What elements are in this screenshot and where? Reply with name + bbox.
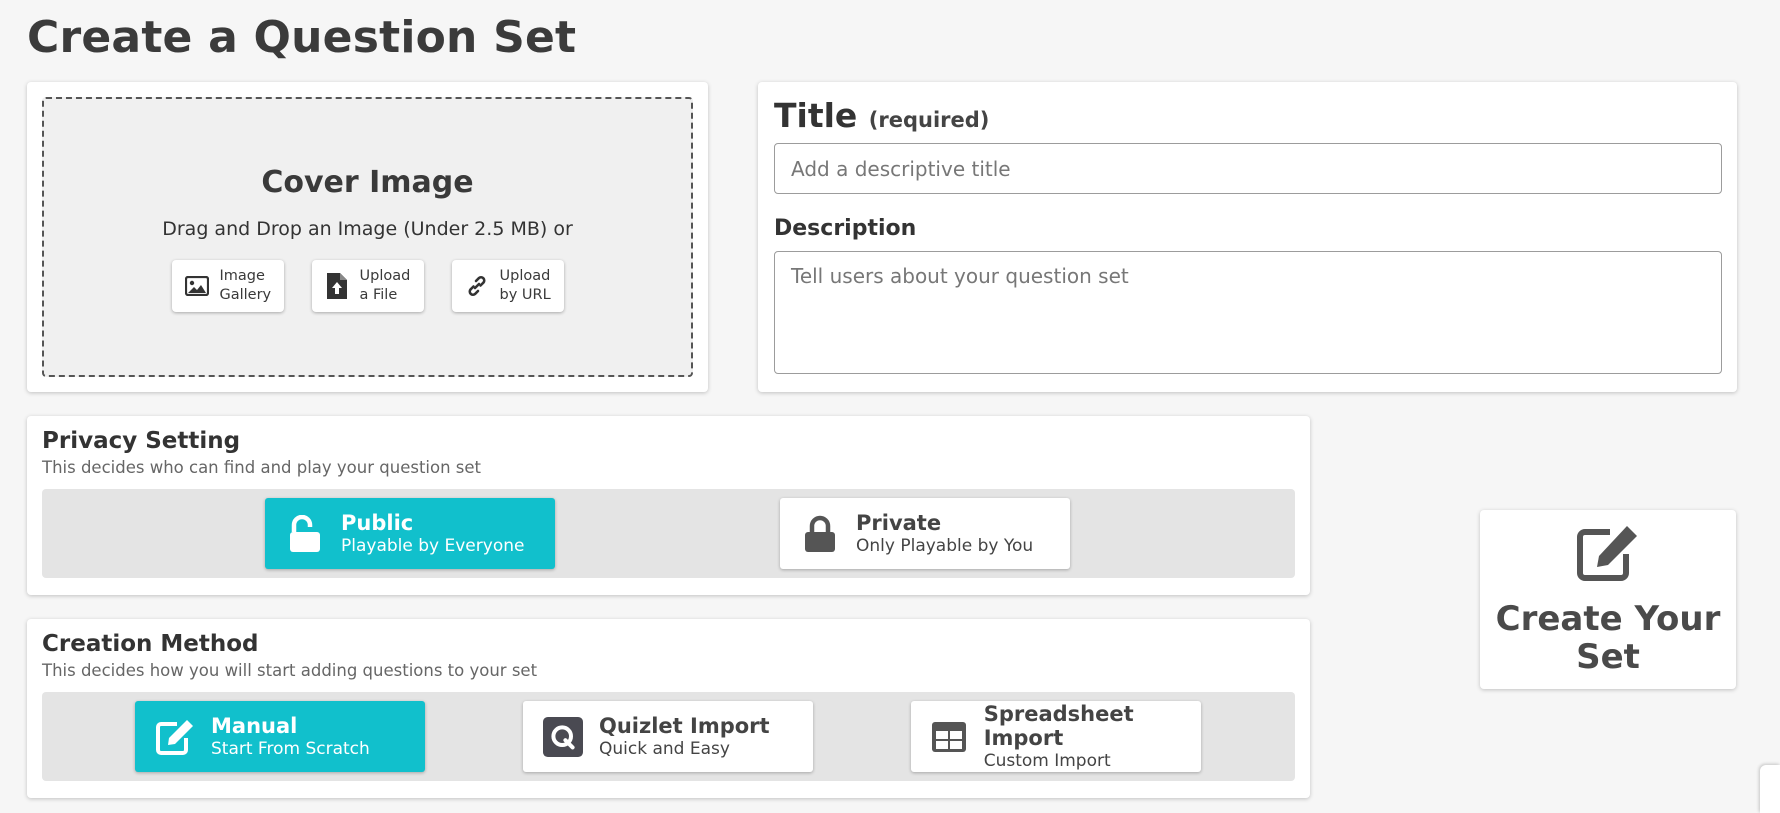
- spreadsheet-option-title: Spreadsheet Import: [983, 701, 1134, 750]
- file-upload-icon: [324, 272, 350, 299]
- image-gallery-label-2: Gallery: [219, 286, 272, 303]
- image-drop-zone[interactable]: Cover Image Drag and Drop an Image (Unde…: [42, 97, 693, 377]
- method-description: This decides how you will start adding q…: [42, 661, 538, 680]
- method-manual-option[interactable]: Manual Start From Scratch: [135, 701, 425, 772]
- upload-options: Image Gallery Upload a File Upload by URL: [171, 259, 564, 312]
- quizlet-option-title: Quizlet Import: [599, 713, 770, 738]
- manual-option-title: Manual: [211, 713, 298, 738]
- create-set-button[interactable]: Create Your Set: [1480, 510, 1736, 689]
- privacy-title: Privacy Setting: [42, 428, 241, 454]
- edit-icon: [1576, 524, 1640, 586]
- link-icon: [464, 273, 490, 299]
- required-label: (required): [868, 108, 990, 132]
- privacy-options: Public Playable by Everyone Private Only P…: [42, 489, 1295, 578]
- page-title: Create a Question Set: [27, 12, 577, 63]
- description-textarea[interactable]: [774, 251, 1722, 374]
- method-quizlet-option[interactable]: Quizlet Import Quick and Easy: [523, 701, 813, 772]
- lock-icon: [800, 514, 840, 554]
- table-icon: [931, 717, 968, 757]
- description-label: Description: [774, 216, 917, 241]
- image-gallery-label-1: Image: [219, 267, 265, 284]
- title-label-text: Title: [774, 96, 858, 135]
- upload-url-label-2: by URL: [499, 286, 551, 303]
- method-spreadsheet-option[interactable]: Spreadsheet Import Custom Import: [911, 701, 1201, 772]
- upload-url-label-1: Upload: [499, 267, 551, 284]
- image-gallery-button[interactable]: Image Gallery: [171, 259, 284, 312]
- create-set-label: Create Your Set: [1495, 599, 1721, 677]
- cover-image-card: Cover Image Drag and Drop an Image (Unde…: [27, 82, 708, 392]
- cover-image-subtitle: Drag and Drop an Image (Under 2.5 MB) or: [162, 217, 573, 240]
- manual-option-subtitle: Start From Scratch: [211, 738, 370, 759]
- quizlet-option-subtitle: Quick and Easy: [599, 738, 730, 759]
- privacy-private-option[interactable]: Private Only Playable by You: [780, 498, 1070, 569]
- creation-method-card: Creation Method This decides how you wil…: [27, 619, 1310, 798]
- quizlet-icon: [543, 716, 583, 757]
- method-title: Creation Method: [42, 631, 259, 657]
- image-icon: [184, 273, 210, 299]
- private-option-title: Private: [856, 510, 942, 535]
- title-input[interactable]: [774, 143, 1722, 194]
- method-options: Manual Start From Scratch Quizlet Import Q…: [42, 692, 1295, 781]
- upload-file-label-1: Upload: [359, 267, 411, 284]
- privacy-description: This decides who can find and play your …: [42, 458, 482, 477]
- upload-url-button[interactable]: Upload by URL: [451, 259, 564, 312]
- title-label: Title (required): [774, 96, 1721, 135]
- public-option-subtitle: Playable by Everyone: [341, 535, 525, 556]
- public-option-title: Public: [341, 510, 414, 535]
- edit-icon: [155, 717, 195, 757]
- unlock-icon: [285, 514, 325, 554]
- upload-file-button[interactable]: Upload a File: [311, 259, 424, 312]
- upload-file-label-2: a File: [359, 286, 398, 303]
- spreadsheet-option-subtitle: Custom Import: [983, 750, 1111, 771]
- details-card: Title (required) Description: [758, 82, 1737, 392]
- private-option-subtitle: Only Playable by You: [856, 535, 1034, 556]
- cover-image-title: Cover Image: [261, 164, 474, 200]
- privacy-setting-card: Privacy Setting This decides who can fin…: [27, 416, 1310, 595]
- privacy-public-option[interactable]: Public Playable by Everyone: [265, 498, 555, 569]
- corner-widget: [1760, 765, 1780, 813]
